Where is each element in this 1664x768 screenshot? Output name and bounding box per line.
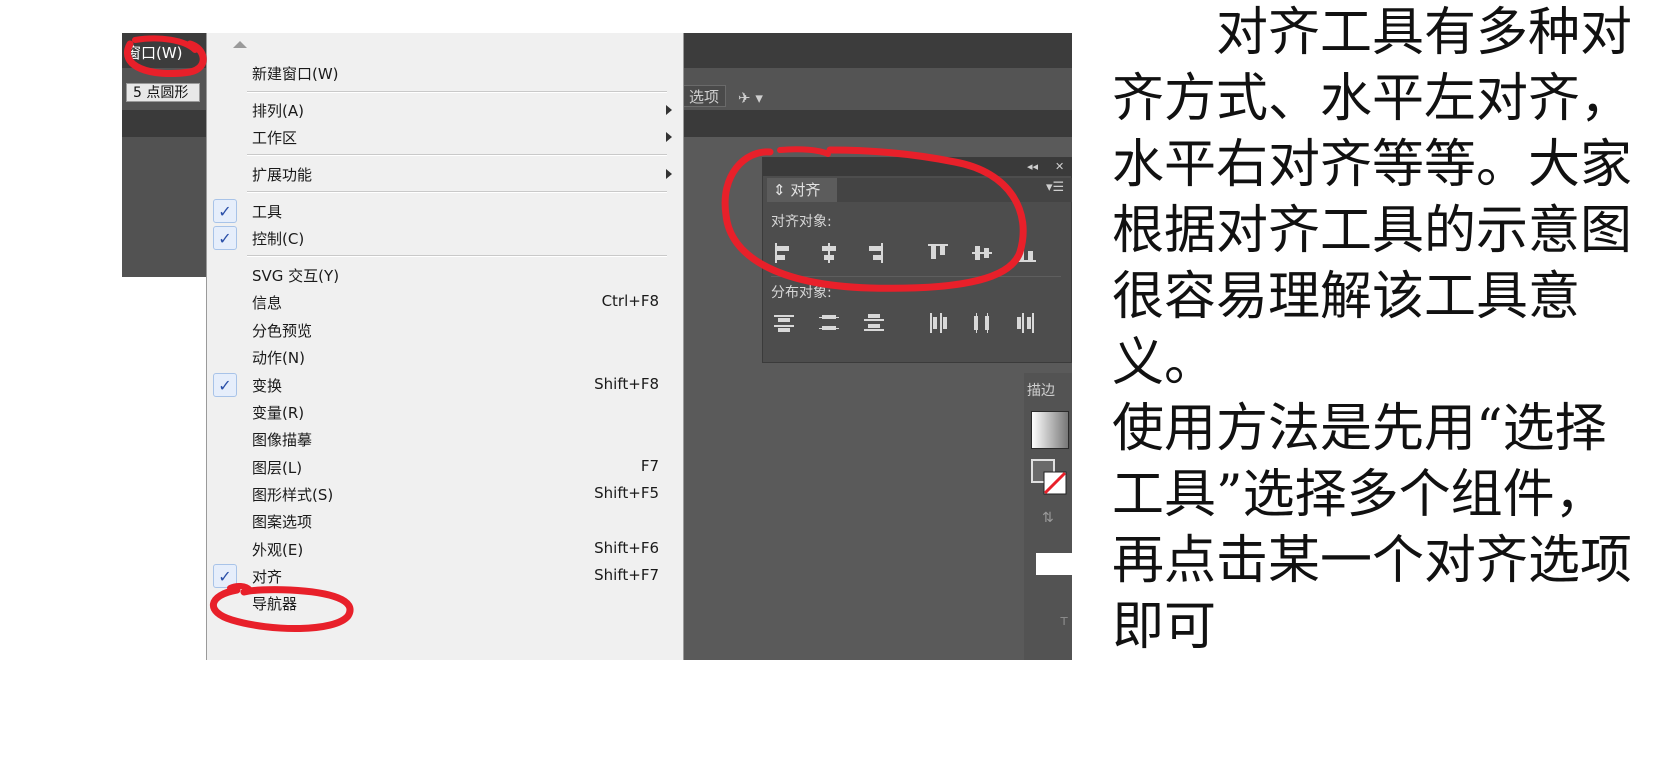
description-paragraph-2: 使用方法是先用“选择工具”选择多个组件，再点击某一个对齐选项即可 bbox=[1112, 399, 1633, 657]
description-paragraph-1: 对齐工具有多种对齐方式、水平左对齐，水平右对齐等等。大家根据对齐工具的示意图很容… bbox=[1112, 3, 1633, 393]
description-text: 对齐工具有多种对齐方式、水平左对齐，水平右对齐等等。大家根据对齐工具的示意图很容… bbox=[1112, 0, 1652, 660]
